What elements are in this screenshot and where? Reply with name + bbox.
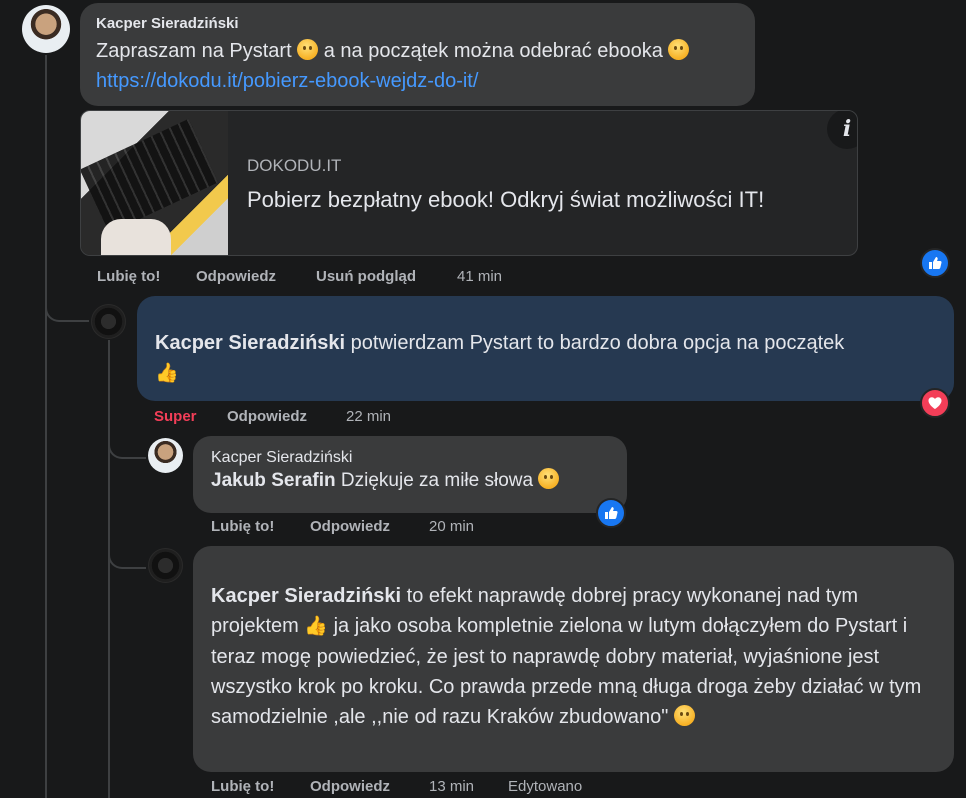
mention-link[interactable]: Kacper Sieradziński [155, 332, 345, 354]
link-preview-title: Pobierz bezpłatny ebook! Odkryj świat mo… [247, 187, 765, 212]
thread-branch-2 [108, 430, 146, 459]
comment-bubble: Kacper Sieradziński Jakub Serafin Dzięku… [193, 436, 627, 513]
mention-link[interactable]: Jakub Serafin [211, 470, 336, 491]
thumbs-up-emoji-icon: 👍 [155, 363, 179, 384]
like-button[interactable]: Lubię to! [97, 268, 160, 285]
info-icon[interactable]: i [827, 111, 857, 149]
edited-label[interactable]: Edytowano [508, 778, 582, 795]
avatar[interactable] [91, 304, 126, 339]
hand-image [101, 219, 171, 255]
timestamp[interactable]: 13 min [429, 778, 474, 795]
comment-text: Zapraszam na Pystart a na początek można… [96, 36, 739, 66]
comment-link[interactable]: https://dokodu.it/pobierz-ebook-wejdz-do… [96, 70, 478, 92]
thread-line-main [45, 55, 47, 798]
reply-button[interactable]: Odpowiedz [310, 778, 390, 795]
like-icon[interactable] [596, 498, 626, 528]
avatar[interactable] [148, 548, 183, 583]
wink-emoji-icon [668, 39, 690, 60]
timestamp[interactable]: 41 min [457, 268, 502, 285]
smile-emoji-icon [297, 39, 319, 60]
link-preview-image [81, 111, 228, 255]
like-button[interactable]: Lubię to! [211, 518, 274, 535]
comment-author[interactable]: Kacper Sieradziński [211, 449, 609, 467]
keyboard-image [81, 118, 219, 234]
comment-bubble: Kacper Sieradziński Zapraszam na Pystart… [80, 3, 755, 106]
thread-branch-1 [45, 290, 89, 322]
remove-preview-button[interactable]: Usuń podgląd [316, 268, 416, 285]
smile-emoji-icon [538, 468, 560, 489]
timestamp[interactable]: 22 min [346, 408, 391, 425]
mention-link[interactable]: Kacper Sieradziński [211, 585, 401, 607]
comment-bubble: Kacper Sieradziński to efekt naprawdę do… [193, 546, 954, 772]
comment-text: potwierdzam Pystart to bardzo dobra opcj… [350, 332, 845, 354]
timestamp[interactable]: 20 min [429, 518, 474, 535]
link-preview-domain: DOKODU.IT [247, 156, 342, 175]
link-preview-card[interactable]: DOKODU.IT Pobierz bezpłatny ebook! Odkry… [80, 110, 858, 256]
super-reaction-label[interactable]: Super [154, 408, 197, 425]
thumbs-up-emoji-icon: 👍 [304, 616, 329, 637]
reply-button[interactable]: Odpowiedz [310, 518, 390, 535]
avatar[interactable] [22, 5, 70, 53]
comment-bubble-highlighted: Kacper Sieradziński potwierdzam Pystart … [137, 296, 954, 401]
smile-emoji-icon [673, 705, 695, 726]
thread-line-nested [108, 340, 110, 798]
comment-text: Dziękuje za miłe słowa [340, 470, 534, 491]
like-icon[interactable] [920, 248, 950, 278]
reply-button[interactable]: Odpowiedz [227, 408, 307, 425]
avatar[interactable] [148, 438, 183, 473]
reply-button[interactable]: Odpowiedz [196, 268, 276, 285]
thread-branch-3 [108, 540, 146, 569]
like-button[interactable]: Lubię to! [211, 778, 274, 795]
love-icon[interactable] [920, 388, 950, 418]
comment-author[interactable]: Kacper Sieradziński [96, 15, 739, 32]
